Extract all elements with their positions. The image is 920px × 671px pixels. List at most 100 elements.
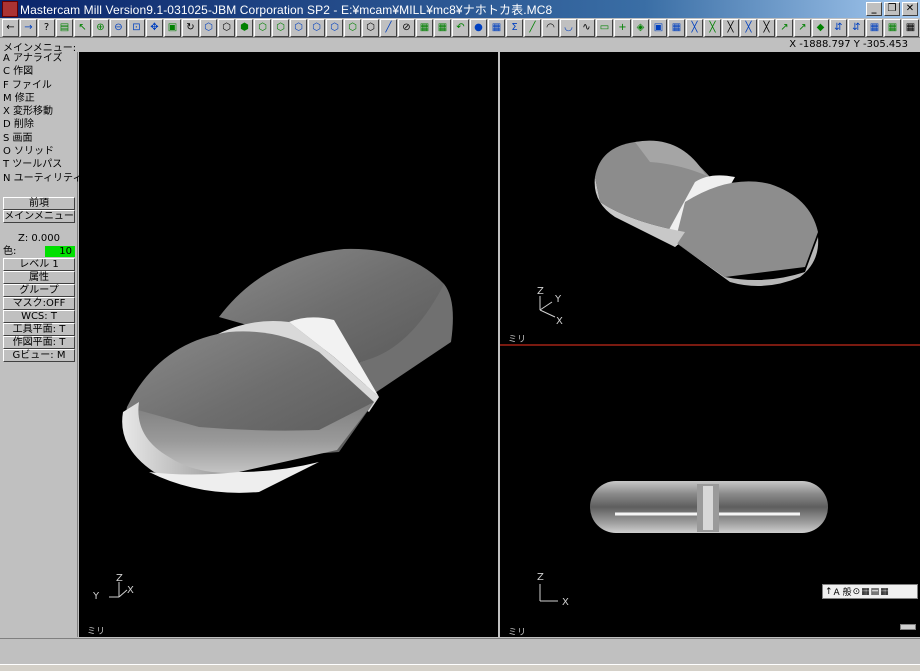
back-button[interactable]: 前項 [3, 196, 75, 210]
unit-label: ミリ [87, 627, 106, 637]
toolbar-button-icon[interactable]: ⬡ [290, 18, 307, 37]
toolbar-button-icon[interactable]: ▦ [488, 18, 505, 37]
menu-item-utilities[interactable]: N ユーティリティ [0, 172, 82, 185]
app-icon[interactable] [2, 1, 18, 17]
level-button[interactable]: レベル 1 [3, 257, 75, 271]
toolbar-button-icon[interactable]: ? [38, 18, 55, 37]
toolbar-button-icon[interactable]: ╳ [722, 18, 739, 37]
restore-button[interactable]: ❐ [884, 2, 900, 16]
grid-icon[interactable]: ▦ [880, 587, 889, 597]
prompt-area [0, 638, 920, 664]
menu-item-delete[interactable]: D 削除 [0, 118, 77, 131]
toolbar-button-icon[interactable]: ▭ [596, 18, 613, 37]
toolbar-button-icon[interactable]: ⬡ [272, 18, 289, 37]
toolbar-button-icon[interactable]: ◡ [560, 18, 577, 37]
toolbar-button-icon[interactable]: ▦ [668, 18, 685, 37]
toolbar-button-icon[interactable]: ⬡ [362, 18, 379, 37]
toolbar-button-icon[interactable]: ▦ [416, 18, 433, 37]
menu-item-create[interactable]: C 作図 [0, 65, 77, 78]
axis-z-label: Z [537, 572, 544, 583]
toolbar-button-icon[interactable]: ⇵ [830, 18, 847, 37]
toolbar-button-icon[interactable]: ◠ [542, 18, 559, 37]
toolbar-button-icon[interactable]: ▦ [884, 18, 901, 37]
mini-toolbar-label[interactable]: A 般 [834, 585, 852, 598]
toolbar-button-icon[interactable]: ⬡ [326, 18, 343, 37]
toolbar-button-icon[interactable]: ╳ [740, 18, 757, 37]
toolbar-button-icon[interactable]: ⬡ [344, 18, 361, 37]
toolbar-button-icon[interactable]: ▦ [866, 18, 883, 37]
toolbar-button-icon[interactable]: ⬡ [254, 18, 271, 37]
toolbar-button-icon[interactable]: ╳ [758, 18, 775, 37]
color-value[interactable]: 10 [45, 245, 75, 257]
toolbar-button-icon[interactable]: Σ [506, 18, 523, 37]
grid-icon[interactable]: ▦ [861, 587, 870, 597]
menu-item-toolpaths[interactable]: T ツールパス [0, 158, 77, 171]
toolbar-button-icon[interactable]: ◆ [812, 18, 829, 37]
toolbar-button-icon[interactable]: ⊖ [110, 18, 127, 37]
toolbar-button-icon[interactable]: ✥ [146, 18, 163, 37]
toolbar-button-icon[interactable]: ╱ [380, 18, 397, 37]
tool-plane-button[interactable]: 工具平面: T [3, 322, 75, 336]
status-strip: メインメニュー: X -1888.797 Y -305.453 [0, 39, 920, 54]
toolbar-button-icon[interactable]: ▣ [164, 18, 181, 37]
toolbar-button-icon[interactable]: ⬡ [200, 18, 217, 37]
attributes-button[interactable]: 属性 [3, 270, 75, 284]
construction-plane-button[interactable]: 作図平面: T [3, 335, 75, 349]
z-depth[interactable]: Z: 0.000 [3, 232, 75, 245]
mini-toolbar: ↑ A 般 ⊙ ▦ ▤ ▦ [822, 584, 918, 599]
toolbar-button-icon[interactable]: ╳ [686, 18, 703, 37]
list-icon[interactable]: ▤ [871, 587, 880, 597]
isometric-viewport[interactable]: Z Y X ミリ [79, 52, 498, 637]
toolbar-button-icon[interactable]: ╳ [704, 18, 721, 37]
menu-item-modify[interactable]: M 修正 [0, 92, 77, 105]
color-row[interactable]: 色: 10 [3, 245, 75, 258]
axis-z-label: Z [116, 573, 123, 584]
toolbar-button-icon[interactable]: ↗ [776, 18, 793, 37]
menu-item-xform[interactable]: X 変形移動 [0, 105, 77, 118]
menu-item-solids[interactable]: O ソリッド [0, 145, 77, 158]
mask-button[interactable]: マスク:OFF [3, 296, 75, 310]
toolbar-button-icon[interactable]: ⊕ [92, 18, 109, 37]
toolbar-button-icon[interactable]: ⬡ [218, 18, 235, 37]
toolbar-button-icon[interactable]: ▦ [434, 18, 451, 37]
wcs-button[interactable]: WCS: T [3, 309, 75, 323]
toolbar-button-icon[interactable]: ↗ [794, 18, 811, 37]
target-icon[interactable]: ⊙ [853, 587, 861, 597]
axis-y-label: Y [92, 591, 100, 602]
menu-item-screen[interactable]: S 画面 [0, 132, 77, 145]
toolbar-button-icon[interactable]: ● [470, 18, 487, 37]
toolbar-button-icon[interactable]: ∿ [578, 18, 595, 37]
axis-x-label: X [127, 585, 134, 596]
graphics-view-button[interactable]: Gビュー: M [3, 348, 75, 362]
toolbar-button-icon[interactable]: ↻ [182, 18, 199, 37]
arrow-up-icon[interactable]: ↑ [825, 587, 833, 597]
toolbar-button-icon[interactable]: ← [2, 18, 19, 37]
groups-button[interactable]: グループ [3, 283, 75, 297]
menu-item-file[interactable]: F ファイル [0, 79, 77, 92]
toolbar-button-icon[interactable]: ▦ [902, 18, 919, 37]
isometric-small-viewport[interactable]: Z Y X ミリ [500, 52, 920, 345]
menu-item-analyze[interactable]: A アナライズ [0, 52, 77, 65]
resize-grip[interactable] [900, 624, 916, 630]
toolbar-button-icon[interactable]: ⊘ [398, 18, 415, 37]
axis-triad-iso: Z Y X [92, 573, 134, 602]
toolbar-button-icon[interactable]: ↖ [74, 18, 91, 37]
menu-title: メインメニュー: [3, 43, 77, 54]
toolbar-button-icon[interactable]: ⬢ [236, 18, 253, 37]
toolbar-button-icon[interactable]: ⇵ [848, 18, 865, 37]
main-menu-button[interactable]: メインメニュー [3, 209, 75, 223]
toolbar-button-icon[interactable]: ◈ [632, 18, 649, 37]
toolbar-button-icon[interactable]: + [614, 18, 631, 37]
toolbar-button-icon[interactable]: ╱ [524, 18, 541, 37]
cursor-coordinates: X -1888.797 Y -305.453 [789, 39, 908, 50]
toolbar-button-icon[interactable]: ⊡ [128, 18, 145, 37]
minimize-button[interactable]: _ [866, 2, 882, 16]
toolbar-button-icon[interactable]: ⬡ [308, 18, 325, 37]
toolbar-button-icon[interactable]: ▤ [56, 18, 73, 37]
unit-label: ミリ [508, 628, 527, 638]
toolbar-button-icon[interactable]: ▣ [650, 18, 667, 37]
toolbar-button-icon[interactable]: → [20, 18, 37, 37]
color-label: 色: [3, 245, 17, 257]
close-button[interactable]: ✕ [902, 2, 918, 16]
toolbar-button-icon[interactable]: ↶ [452, 18, 469, 37]
